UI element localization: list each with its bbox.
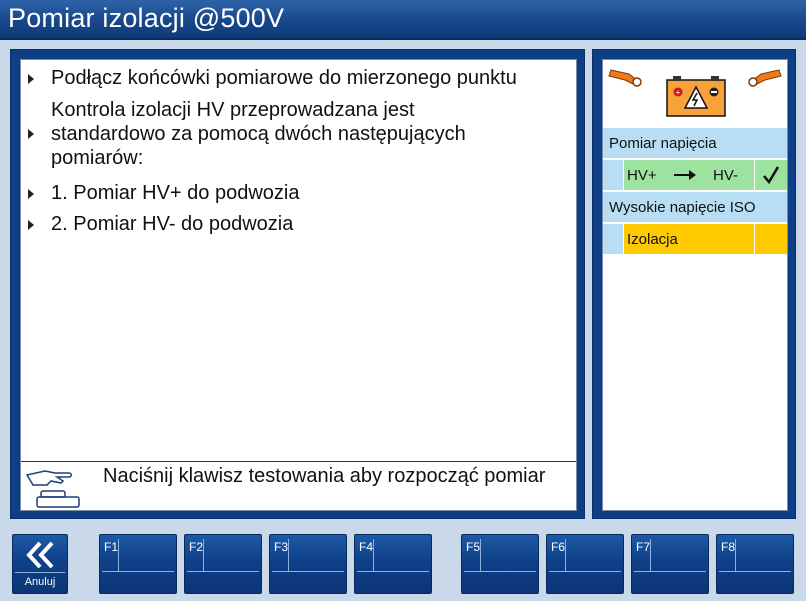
key-number: F5	[466, 540, 481, 554]
f3-key[interactable]: F3	[269, 534, 347, 594]
key-divider	[735, 539, 736, 571]
from-label: HV+	[627, 167, 657, 184]
instruction-item: Podłącz końcówki pomiarowe do mierzonego…	[21, 66, 576, 92]
f5-key[interactable]: F5	[461, 534, 539, 594]
iso-step-row: Izolacja	[603, 224, 787, 254]
instruction-item: 1. Pomiar HV+ do podwozia	[21, 181, 576, 207]
key-divider	[464, 571, 536, 572]
cancel-button[interactable]: Anuluj	[12, 534, 68, 594]
step-status-cell	[755, 224, 787, 254]
key-divider	[203, 539, 204, 571]
key-divider	[357, 571, 429, 572]
voltage-step-row: HV+ HV-	[603, 160, 787, 190]
instruction-panel: Podłącz końcówki pomiarowe do mierzonego…	[20, 59, 577, 511]
voltage-section-heading: Pomiar napięcia	[603, 128, 787, 158]
instruction-text: Podłącz końcówki pomiarowe do mierzonego…	[51, 67, 517, 89]
to-label: HV-	[713, 167, 739, 184]
status-panel: + Pomiar napięcia HV+ HV- Wysokie napięc…	[602, 59, 788, 511]
key-divider	[565, 539, 566, 571]
iso-section-heading: Wysokie napięcie ISO	[603, 192, 787, 222]
iso-heading-label: Wysokie napięcie ISO	[609, 199, 756, 216]
key-number: F3	[274, 540, 289, 554]
key-number: F6	[551, 540, 566, 554]
status-panel-frame: + Pomiar napięcia HV+ HV- Wysokie napięc…	[592, 49, 796, 519]
step-indicator	[603, 160, 623, 190]
instruction-panel-frame: Podłącz końcówki pomiarowe do mierzonego…	[10, 49, 585, 519]
f6-key[interactable]: F6	[546, 534, 624, 594]
key-divider	[102, 571, 174, 572]
bullet-arrow-icon	[28, 220, 34, 230]
iso-step-label: Izolacja	[627, 231, 678, 248]
key-number: F8	[721, 540, 736, 554]
key-divider	[650, 539, 651, 571]
instruction-text: 2. Pomiar HV- do podwozia	[51, 213, 294, 235]
f2-key[interactable]: F2	[184, 534, 262, 594]
key-number: F7	[636, 540, 651, 554]
step-status-cell	[755, 160, 787, 190]
key-divider	[187, 571, 259, 572]
f4-key[interactable]: F4	[354, 534, 432, 594]
instruction-item: Kontrola izolacji HV przeprowadzana jest…	[21, 96, 576, 172]
f1-key[interactable]: F1	[99, 534, 177, 594]
instruction-text: Kontrola izolacji HV przeprowadzana jest…	[51, 99, 466, 169]
f8-key[interactable]: F8	[716, 534, 794, 594]
key-number: F4	[359, 540, 374, 554]
voltage-heading-label: Pomiar napięcia	[609, 135, 717, 152]
title-bar: Pomiar izolacji @500V	[0, 0, 806, 40]
instruction-text: 1. Pomiar HV+ do podwozia	[51, 182, 300, 204]
key-divider	[634, 571, 706, 572]
check-icon	[763, 166, 780, 185]
iso-step-cell: Izolacja	[624, 224, 754, 254]
key-number: F2	[189, 540, 204, 554]
key-divider	[15, 572, 65, 573]
key-divider	[549, 571, 621, 572]
hv-battery-with-probes-icon: +	[608, 69, 782, 117]
hand-press-button-icon	[25, 470, 80, 508]
bullet-arrow-icon	[28, 74, 34, 84]
key-divider	[288, 539, 289, 571]
key-divider	[118, 539, 119, 571]
f7-key[interactable]: F7	[631, 534, 709, 594]
svg-text:+: +	[676, 88, 681, 97]
double-chevron-left-icon	[26, 541, 54, 569]
bullet-arrow-icon	[28, 189, 34, 199]
key-divider	[480, 539, 481, 571]
voltage-step-cell: HV+ HV-	[624, 160, 754, 190]
key-number: F1	[104, 540, 119, 554]
arrow-right-icon	[674, 170, 696, 180]
step-indicator	[603, 224, 623, 254]
window-title: Pomiar izolacji @500V	[8, 3, 285, 33]
hint-text: Naciśnij klawisz testowania aby rozpoczą…	[103, 465, 546, 487]
hint-bar: Naciśnij klawisz testowania aby rozpoczą…	[21, 461, 576, 511]
cancel-label: Anuluj	[24, 576, 56, 588]
key-divider	[272, 571, 344, 572]
bullet-arrow-icon	[28, 129, 34, 139]
instruction-item: 2. Pomiar HV- do podwozia	[21, 212, 576, 238]
key-divider	[373, 539, 374, 571]
function-key-bar: Anuluj F1 F2 F3 F4 F5 F6 F7 F8	[0, 525, 806, 601]
key-divider	[719, 571, 791, 572]
